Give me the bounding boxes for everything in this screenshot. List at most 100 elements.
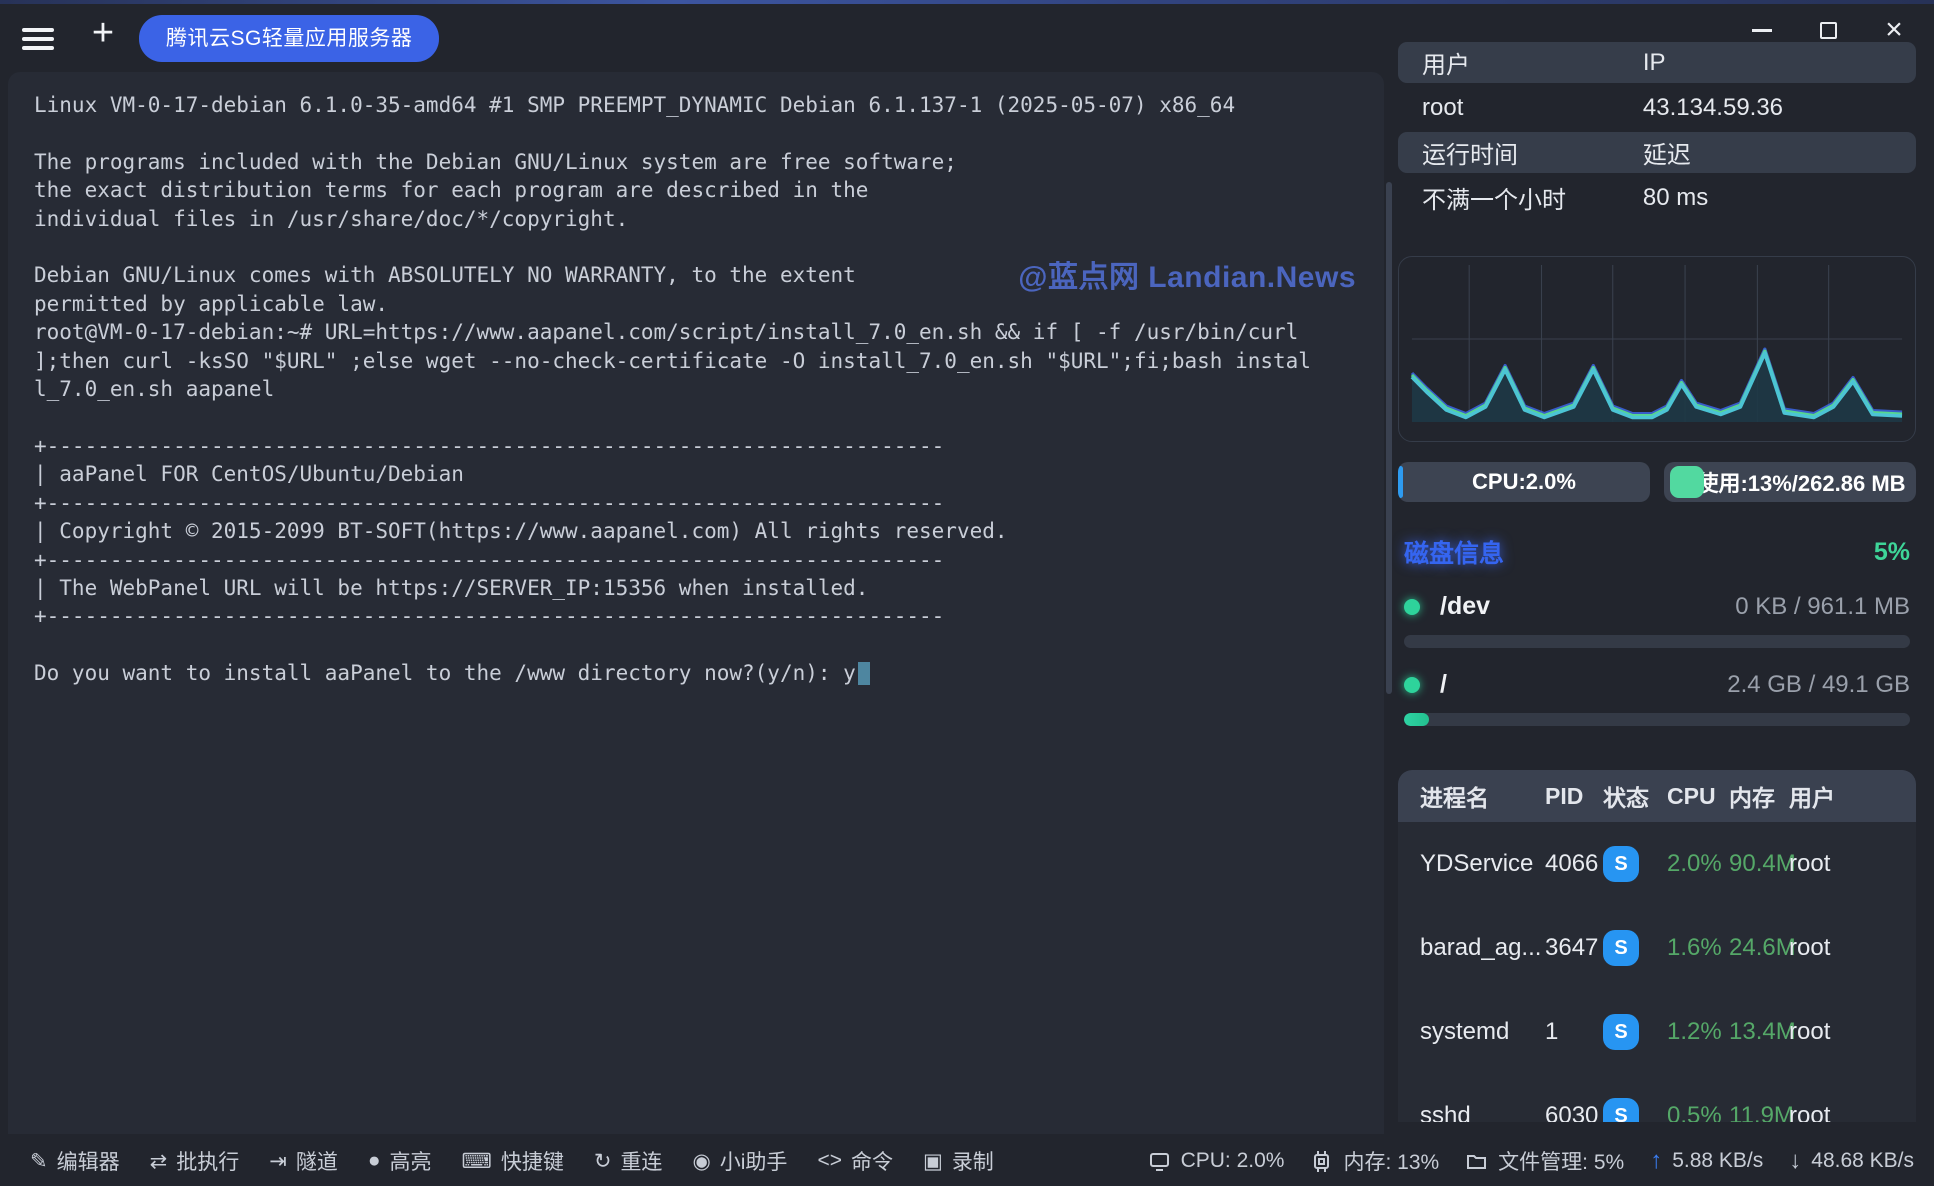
- process-mem: 90.4M: [1729, 850, 1789, 878]
- statusbar-item-record[interactable]: ▣ 录制: [923, 1146, 994, 1176]
- process-name: barad_ag...: [1420, 934, 1545, 962]
- editor-icon: ✎: [30, 1149, 48, 1174]
- process-state-badge: S: [1603, 930, 1639, 966]
- statusbar-item-batch-exec[interactable]: ⇄批执行: [150, 1146, 240, 1176]
- cpu-history-chart: [1398, 256, 1916, 442]
- statusbar-item-hotkey[interactable]: ⌨快捷键: [462, 1146, 564, 1176]
- statusbar-upload-speed[interactable]: ↑ 5.88 KB/s: [1650, 1147, 1763, 1175]
- terminal-line: Linux VM-0-17-debian 6.1.0-35-amd64 #1 S…: [34, 91, 1311, 119]
- process-table-header: 进程名 PID 状态 CPU 内存 用户: [1398, 770, 1916, 822]
- statusbar-item-command[interactable]: <>命令: [817, 1146, 893, 1176]
- process-user: root: [1789, 1102, 1916, 1122]
- statusbar-item-highlight[interactable]: ●高亮: [368, 1146, 432, 1176]
- statusbar-file-manager[interactable]: 文件管理: 5%: [1465, 1146, 1624, 1176]
- col-pid: PID: [1545, 783, 1603, 810]
- volume-usage-fill: [1404, 713, 1429, 726]
- terminal-lines: Linux VM-0-17-debian 6.1.0-35-amd64 #1 S…: [34, 91, 1311, 688]
- upload-arrow-icon: ↑: [1650, 1147, 1662, 1175]
- terminal-line: The programs included with the Debian GN…: [34, 148, 1311, 176]
- statusbar-item-assistant[interactable]: ◉小i助手: [692, 1146, 787, 1176]
- statusbar: ✎编辑器 ⇄批执行 ⇥ 隧道 ●高亮 ⌨快捷键 ↻重连 ◉小i助手 <>命令 ▣ 录制 CPU: 2…: [0, 1136, 1934, 1186]
- terminal-line: Do you want to install aaPanel to the /w…: [34, 659, 1311, 687]
- process-pid: 4066: [1545, 850, 1603, 878]
- process-state-badge: S: [1603, 1098, 1639, 1122]
- statusbar-item-label: 录制: [952, 1146, 994, 1176]
- statusbar-file-label: 文件管理: 5%: [1498, 1146, 1624, 1176]
- command-icon: <>: [817, 1149, 842, 1173]
- latency-value: 80 ms: [1643, 184, 1892, 212]
- terminal[interactable]: Linux VM-0-17-debian 6.1.0-35-amd64 #1 S…: [8, 72, 1384, 1134]
- col-memory: 内存: [1729, 779, 1789, 813]
- uptime-header: 运行时间: [1422, 135, 1643, 170]
- disk-status-dot-icon: [1404, 677, 1420, 693]
- volume-usage-bar: [1404, 713, 1910, 726]
- terminal-line: | aaPanel FOR CentOS/Ubuntu/Debian: [34, 460, 1311, 488]
- cpu-badge-accent: [1398, 466, 1403, 498]
- memory-usage-label: 已使用:13%/262.86 MB: [1674, 466, 1905, 498]
- statusbar-item-label: 隧道: [296, 1146, 338, 1176]
- statusbar-memory[interactable]: 内存: 13%: [1310, 1146, 1439, 1176]
- process-pid: 1: [1545, 1018, 1603, 1046]
- process-row[interactable]: sshd6030S0.5%11.9Mroot: [1398, 1074, 1916, 1122]
- sidebar-scrollbar[interactable]: [1386, 182, 1392, 694]
- info-row-uptime-latency: 不满一个小时 80 ms: [1398, 173, 1916, 222]
- statusbar-item-label: 重连: [620, 1146, 662, 1176]
- process-rows: YDService4066S2.0%90.4Mrootbarad_ag...36…: [1398, 822, 1916, 1122]
- statusbar-item-reconnect[interactable]: ↻重连: [594, 1146, 663, 1176]
- process-name: systemd: [1420, 1018, 1545, 1046]
- memory-usage-badge: 已使用:13%/262.86 MB: [1664, 462, 1916, 502]
- process-state-badge: S: [1603, 846, 1639, 882]
- process-cpu: 2.0%: [1667, 850, 1729, 878]
- process-cpu: 1.6%: [1667, 934, 1729, 962]
- disk-status-dot-icon: [1404, 599, 1420, 615]
- terminal-line: individual files in /usr/share/doc/*/cop…: [34, 205, 1311, 233]
- statusbar-download-speed[interactable]: ↓ 48.68 KB/s: [1789, 1147, 1914, 1175]
- disk-volumes: /dev0 KB / 961.1 MB / 2.4 GB / 49.1 GB: [1398, 592, 1916, 726]
- assistant-icon: ◉: [692, 1149, 710, 1174]
- new-tab-button[interactable]: +: [82, 10, 124, 58]
- process-row[interactable]: systemd1S1.2%13.4Mroot: [1398, 990, 1916, 1074]
- batch-exec-icon: ⇄: [150, 1149, 168, 1174]
- terminal-line: ];then curl -ksSO "$URL" ;else wget --no…: [34, 347, 1311, 375]
- session-tab[interactable]: 腾讯云SG轻量应用服务器: [139, 15, 439, 62]
- terminal-line: +---------------------------------------…: [34, 432, 1311, 460]
- disk-info-title: 磁盘信息: [1404, 534, 1504, 570]
- process-user: root: [1789, 850, 1916, 878]
- process-row[interactable]: YDService4066S2.0%90.4Mroot: [1398, 822, 1916, 906]
- process-mem: 24.6M: [1729, 934, 1789, 962]
- volume-usage-bar: [1404, 635, 1910, 648]
- disk-volume-row: / 2.4 GB / 49.1 GB: [1398, 670, 1916, 699]
- statusbar-cpu[interactable]: CPU: 2.0%: [1148, 1149, 1285, 1173]
- cpu-usage-label: CPU:2.0%: [1472, 469, 1576, 495]
- statusbar-item-tunnel[interactable]: ⇥ 隧道: [269, 1146, 338, 1176]
- cpu-history-plot: [1399, 257, 1915, 441]
- process-user: root: [1789, 1018, 1916, 1046]
- menu-button[interactable]: [22, 28, 54, 50]
- maximize-icon: [1820, 22, 1837, 39]
- upload-speed-value: 5.88 KB/s: [1672, 1149, 1763, 1173]
- process-cpu: 0.5%: [1667, 1102, 1729, 1122]
- col-cpu: CPU: [1667, 783, 1729, 810]
- disk-usage-percent: 5%: [1874, 538, 1910, 567]
- process-user: root: [1789, 934, 1916, 962]
- disk-section-header: 磁盘信息 5%: [1398, 534, 1916, 570]
- tunnel-icon: ⇥: [269, 1149, 287, 1174]
- terminal-line: [34, 631, 1311, 659]
- volume-name: /: [1440, 670, 1447, 699]
- download-arrow-icon: ↓: [1789, 1147, 1801, 1175]
- uptime-value: 不满一个小时: [1422, 180, 1643, 215]
- info-header-user-ip: 用户 IP: [1398, 42, 1916, 83]
- statusbar-item-label: 高亮: [390, 1146, 432, 1176]
- terminal-cursor: [858, 662, 870, 685]
- statusbar-cpu-label: CPU: 2.0%: [1181, 1149, 1285, 1173]
- process-table: 进程名 PID 状态 CPU 内存 用户 YDService4066S2.0%9…: [1398, 770, 1916, 1122]
- process-row[interactable]: barad_ag...3647S1.6%24.6Mroot: [1398, 906, 1916, 990]
- disk-volume-row: /dev0 KB / 961.1 MB: [1398, 592, 1916, 621]
- process-cpu: 1.2%: [1667, 1018, 1729, 1046]
- terminal-line: +---------------------------------------…: [34, 546, 1311, 574]
- statusbar-item-editor[interactable]: ✎编辑器: [30, 1146, 120, 1176]
- record-icon: ▣: [923, 1149, 943, 1174]
- terminal-line: l_7.0_en.sh aapanel: [34, 375, 1311, 403]
- volume-usage: 2.4 GB / 49.1 GB: [1727, 671, 1910, 699]
- terminal-line: root@VM-0-17-debian:~# URL=https://www.a…: [34, 318, 1311, 346]
